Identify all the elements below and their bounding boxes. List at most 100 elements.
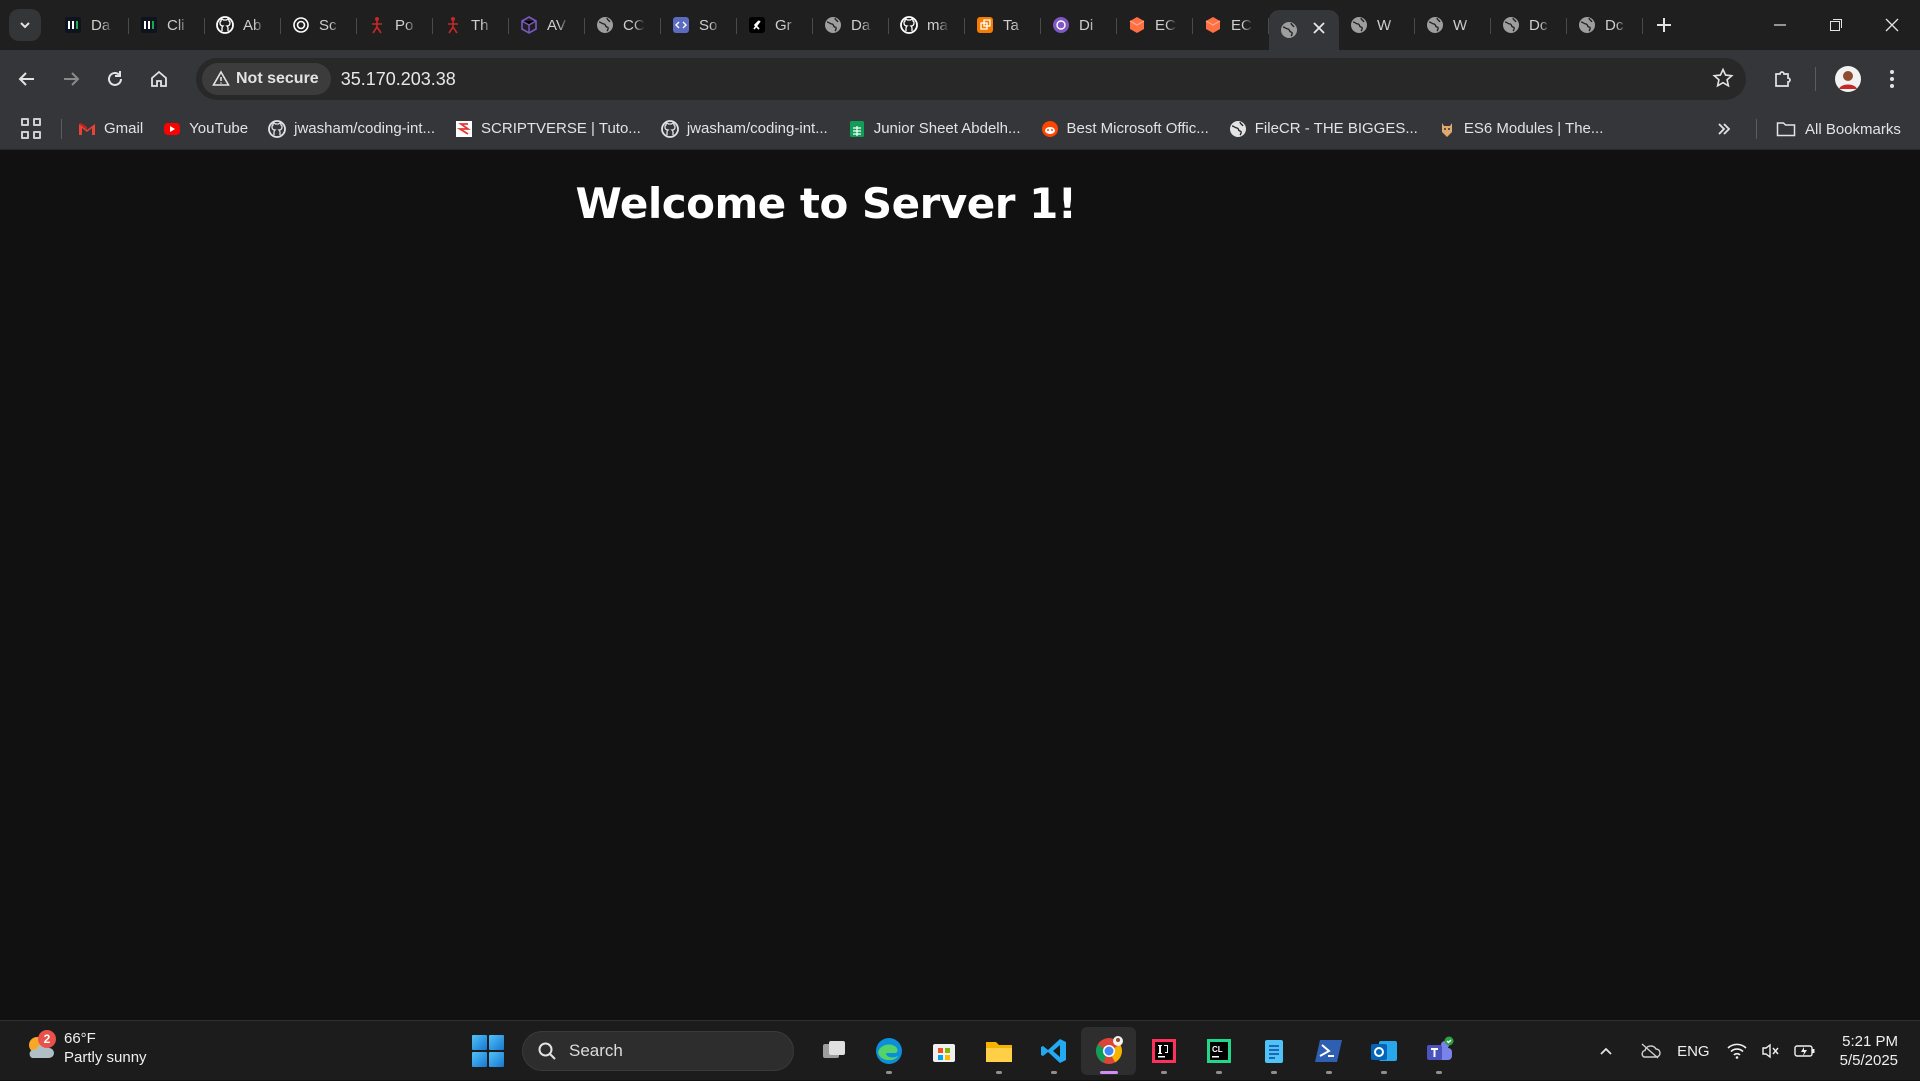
bookmark-item[interactable]: Junior Sheet Abdelh...	[848, 120, 1021, 138]
teams-icon	[1424, 1036, 1454, 1066]
tab-title: Po	[395, 16, 414, 34]
url-text[interactable]: 35.170.203.38	[341, 69, 456, 90]
taskbar-app-outlook[interactable]	[1356, 1027, 1411, 1075]
scriptverse-icon	[455, 120, 473, 138]
taskbar: 2 66°F Partly sunny Search CL ENG 5:21 P…	[0, 1020, 1920, 1080]
bookmark-item[interactable]: Best Microsoft Offic...	[1041, 120, 1209, 138]
profile-avatar[interactable]	[1826, 57, 1870, 101]
weather-temp: 66°F	[64, 1030, 96, 1047]
wifi-button[interactable]	[1720, 1031, 1754, 1071]
tab-close-button[interactable]	[1313, 21, 1325, 39]
taskbar-app-notepad[interactable]	[1246, 1027, 1301, 1075]
system-tray: ENG 5:21 PM 5/5/2025	[1589, 1021, 1920, 1081]
arrow-right-icon	[64, 72, 80, 86]
security-chip[interactable]: Not secure	[202, 63, 331, 95]
tab[interactable]: Po	[357, 5, 433, 45]
bookmark-star-button[interactable]	[1712, 67, 1734, 94]
battery-button[interactable]	[1788, 1031, 1822, 1071]
bookmark-item[interactable]: Gmail	[78, 120, 143, 138]
tab[interactable]: Sc	[281, 5, 357, 45]
tab[interactable]: Da	[813, 5, 889, 45]
tab[interactable]: Cli	[129, 5, 205, 45]
reload-button[interactable]	[97, 61, 133, 97]
taskbar-app-store[interactable]	[916, 1027, 971, 1075]
tab[interactable]: EC	[1117, 5, 1193, 45]
taskbar-app-teams[interactable]	[1411, 1027, 1466, 1075]
taskbar-app-clion[interactable]: CL	[1191, 1027, 1246, 1075]
tab-title: Gr	[775, 16, 792, 34]
bookmark-item[interactable]: jwasham/coding-int...	[660, 119, 828, 138]
taskbar-app-edge[interactable]	[861, 1027, 916, 1075]
bookmark-label: Junior Sheet Abdelh...	[873, 120, 1021, 137]
bookmark-item[interactable]: jwasham/coding-int...	[268, 119, 436, 138]
taskbar-app-powershell[interactable]	[1301, 1027, 1356, 1075]
tab[interactable]: So	[661, 5, 737, 45]
tab-active[interactable]	[1269, 10, 1339, 50]
tab-title: W	[1377, 16, 1392, 34]
close-icon	[1313, 22, 1325, 34]
tab-search-button[interactable]	[9, 9, 41, 41]
tab[interactable]: EC	[1193, 5, 1269, 45]
taskbar-app-file-explorer[interactable]	[971, 1027, 1026, 1075]
es6-icon	[1438, 120, 1456, 138]
bookmark-label: jwasham/coding-int...	[294, 120, 436, 137]
more-bookmarks-button[interactable]	[1716, 108, 1732, 150]
taskbar-app-task-view[interactable]	[806, 1027, 861, 1075]
taskbar-clock[interactable]: 5:21 PM 5/5/2025	[1840, 1032, 1898, 1070]
tray-overflow-button[interactable]	[1589, 1031, 1623, 1071]
restore-button[interactable]	[1808, 0, 1864, 50]
address-bar[interactable]: Not secure 35.170.203.38	[196, 58, 1746, 100]
globe-icon	[823, 15, 843, 35]
language-indicator[interactable]: ENG	[1677, 1043, 1710, 1060]
tab[interactable]: AV	[509, 5, 585, 45]
minimize-icon	[1774, 24, 1786, 26]
tab[interactable]: Da	[53, 5, 129, 45]
bookmark-item[interactable]: SCRIPTVERSE | Tuto...	[455, 120, 641, 138]
onedrive-button[interactable]	[1633, 1031, 1667, 1071]
tab[interactable]: Dc	[1491, 5, 1567, 45]
bookmark-label: SCRIPTVERSE | Tuto...	[481, 120, 641, 137]
taskbar-app-vscode[interactable]	[1026, 1027, 1081, 1075]
openai-icon	[291, 15, 311, 35]
tab[interactable]: Th	[433, 5, 509, 45]
menu-button[interactable]	[1870, 57, 1914, 101]
start-button[interactable]	[472, 1035, 504, 1067]
new-tab-button[interactable]	[1647, 8, 1681, 42]
github-icon	[268, 119, 287, 138]
tab[interactable]: Dc	[1567, 5, 1643, 45]
weather-widget[interactable]: 2 66°F Partly sunny	[24, 1029, 147, 1067]
bookmark-list: Gmail YouTube jwasham/coding-int... SCRIPTV…	[78, 119, 1623, 138]
browser-toolbar: Not secure 35.170.203.38	[0, 50, 1920, 108]
tab[interactable]: Di	[1041, 5, 1117, 45]
star-icon	[1712, 67, 1734, 88]
home-button[interactable]	[141, 61, 177, 97]
tab[interactable]: Gr	[737, 5, 813, 45]
tab[interactable]: W	[1415, 5, 1491, 45]
bookmark-item[interactable]: FileCR - THE BIGGES...	[1229, 120, 1418, 138]
notepad-icon	[1260, 1037, 1288, 1065]
volume-button[interactable]	[1754, 1031, 1788, 1071]
toolbar-divider	[1815, 67, 1816, 91]
chrome-icon	[1094, 1036, 1124, 1066]
close-window-button[interactable]	[1864, 0, 1920, 50]
taskbar-search[interactable]: Search	[522, 1031, 794, 1071]
apps-grid-icon[interactable]	[21, 117, 43, 140]
extensions-button[interactable]	[1761, 57, 1805, 101]
bookmark-item[interactable]: YouTube	[163, 120, 248, 138]
bookmark-item[interactable]: ES6 Modules | The...	[1438, 120, 1603, 138]
tab[interactable]: CC	[585, 5, 661, 45]
back-button[interactable]	[9, 61, 45, 97]
tab[interactable]: W	[1339, 5, 1415, 45]
tab[interactable]: Ab	[205, 5, 281, 45]
all-bookmarks-button[interactable]: All Bookmarks	[1776, 108, 1901, 150]
tab-title: ma	[927, 16, 948, 34]
taskbar-app-chrome[interactable]	[1081, 1027, 1136, 1075]
tab[interactable]: Ta	[965, 5, 1041, 45]
forward-button[interactable]	[53, 61, 89, 97]
taskbar-app-intellij[interactable]	[1136, 1027, 1191, 1075]
minimize-button[interactable]	[1752, 0, 1808, 50]
security-label: Not secure	[236, 70, 319, 87]
grok-icon	[747, 15, 767, 35]
figure-icon	[367, 15, 387, 35]
tab[interactable]: ma	[889, 5, 965, 45]
